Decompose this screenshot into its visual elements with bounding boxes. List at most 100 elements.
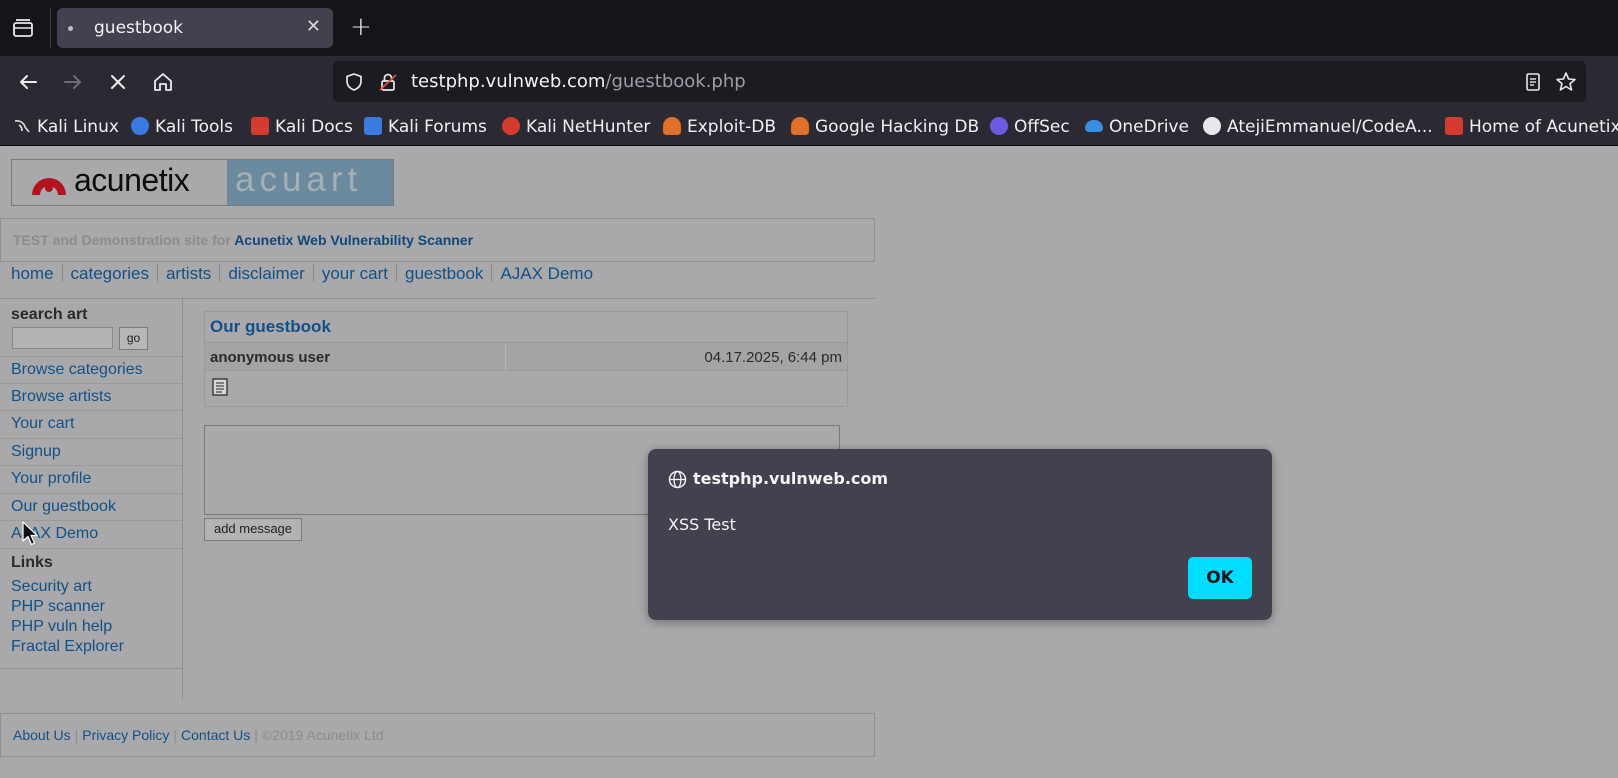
onedrive-icon (1085, 120, 1103, 132)
footer-about-us[interactable]: About Us (13, 727, 71, 743)
links-list: Security art PHP scanner PHP vuln help F… (11, 577, 124, 657)
sidebar-item-browse-artists[interactable]: Browse artists (0, 384, 182, 411)
bookmark-kali-forums[interactable]: Kali Forums (364, 114, 487, 140)
bookmark-label: Kali Tools (155, 117, 233, 137)
new-tab-icon[interactable]: + (350, 12, 372, 42)
sidebar-item-signup[interactable]: Signup (0, 439, 182, 466)
bookmark-exploit-db[interactable]: Exploit-DB (663, 114, 776, 140)
bookmark-offsec[interactable]: OffSec (990, 114, 1070, 140)
acuart-logo: acuart (227, 160, 393, 205)
link-php-scanner[interactable]: PHP scanner (11, 597, 124, 617)
kali-tools-icon (131, 117, 149, 135)
tab-separator (50, 8, 51, 48)
bookmark-label: AtejiEmmanuel/CodeA... (1227, 117, 1433, 137)
link-php-vuln-help[interactable]: PHP vuln help (11, 617, 124, 637)
sidebar-item-browse-categories[interactable]: Browse categories (0, 356, 182, 384)
top-navigation: home categories artists disclaimer your cart… (11, 264, 593, 284)
search-go-button[interactable]: go (119, 327, 148, 350)
sidebar-menu: Browse categories Browse artists Your ca… (0, 356, 182, 549)
bookmarks-toolbar: Kali Linux Kali Tools Kali Docs Kali For… (0, 108, 1618, 146)
tagline-prefix: TEST and Demonstration site for (13, 232, 231, 248)
dialog-origin: testphp.vulnweb.com (693, 469, 889, 488)
kali-nethunter-icon (502, 117, 520, 135)
tab-guestbook[interactable]: guestbook ✕ (57, 8, 333, 48)
footer-separator: | (74, 727, 79, 743)
nav-categories[interactable]: categories (71, 264, 149, 283)
bookmark-kali-tools[interactable]: Kali Tools (131, 114, 233, 140)
github-icon (1203, 117, 1221, 135)
tab-close-icon[interactable]: ✕ (306, 16, 321, 37)
alert-dialog: testphp.vulnweb.com XSS Test OK (648, 449, 1272, 620)
links-title: Links (11, 554, 53, 571)
footer-copyright: ©2019 Acunetix Ltd (261, 727, 384, 743)
footer-contact-us[interactable]: Contact Us (181, 727, 250, 743)
exploit-db-icon (663, 117, 681, 135)
bookmark-kali-docs[interactable]: Kali Docs (251, 114, 353, 140)
nav-your-cart[interactable]: your cart (322, 264, 388, 283)
nav-separator (395, 264, 397, 282)
url-text[interactable]: testphp.vulnweb.com/guestbook.php (411, 71, 746, 92)
nav-separator (156, 264, 158, 282)
nav-ajax-demo[interactable]: AJAX Demo (500, 264, 593, 283)
nav-home[interactable]: home (11, 264, 54, 283)
kali-docs-icon (251, 117, 269, 135)
home-icon[interactable] (149, 68, 177, 96)
footer-privacy-policy[interactable]: Privacy Policy (82, 727, 169, 743)
bookmark-kali-nethunter[interactable]: Kali NetHunter (502, 114, 650, 140)
search-art-title: search art (11, 306, 88, 323)
nav-guestbook[interactable]: guestbook (405, 264, 483, 283)
bookmark-label: OneDrive (1109, 117, 1189, 137)
link-fractal-explorer[interactable]: Fractal Explorer (11, 637, 124, 657)
bookmark-star-icon[interactable] (1554, 70, 1578, 94)
guestbook-panel: Our guestbook anonymous user 04.17.2025,… (204, 311, 848, 407)
tab-list-icon[interactable] (10, 15, 36, 41)
guestbook-title: Our guestbook (210, 317, 331, 336)
tagline-scanner-link[interactable]: Acunetix Web Vulnerability Scanner (234, 232, 473, 248)
nav-artists[interactable]: artists (166, 264, 211, 283)
acuart-logo-text: acuart (235, 160, 363, 199)
bookmark-home-of-acunetix[interactable]: Home of Acunetix (1445, 114, 1618, 140)
sidebar-item-your-cart[interactable]: Your cart (0, 411, 182, 439)
footer-separator: | (254, 727, 258, 743)
search-art-input[interactable] (12, 327, 113, 349)
acunetix-icon (1445, 117, 1463, 135)
bookmark-label: OffSec (1014, 117, 1070, 137)
stop-loading-icon[interactable] (104, 68, 132, 96)
sidebar-item-our-guestbook[interactable]: Our guestbook (0, 494, 182, 521)
entry-date: 04.17.2025, 6:44 pm (704, 349, 842, 366)
tab-title: guestbook (94, 18, 183, 38)
nav-separator (312, 264, 314, 282)
ghdb-icon (791, 117, 809, 135)
divider (0, 668, 183, 669)
kali-dragon-icon (13, 117, 31, 135)
bookmark-label: Exploit-DB (687, 117, 776, 137)
reader-view-icon[interactable] (1522, 71, 1544, 93)
bookmark-label: Kali Linux (37, 117, 119, 137)
offsec-icon (990, 117, 1008, 135)
tracking-protection-shield-icon[interactable] (343, 71, 365, 93)
insecure-lock-icon[interactable] (377, 71, 399, 93)
forward-icon (59, 68, 87, 96)
dialog-ok-button[interactable]: OK (1188, 557, 1252, 599)
guestbook-entry-header: anonymous user 04.17.2025, 6:44 pm (205, 342, 847, 371)
site-footer: About Us | Privacy Policy | Contact Us | ©2019… (0, 713, 875, 757)
nav-disclaimer[interactable]: disclaimer (228, 264, 305, 283)
bookmark-label: Kali NetHunter (526, 117, 651, 137)
bookmark-google-hacking-db[interactable]: Google Hacking DB (791, 114, 979, 140)
globe-icon (668, 470, 687, 489)
nav-separator (219, 264, 221, 282)
bookmark-github[interactable]: AtejiEmmanuel/CodeA... (1203, 114, 1433, 140)
back-icon[interactable] (14, 68, 42, 96)
nav-separator (61, 264, 63, 282)
bookmark-onedrive[interactable]: OneDrive (1085, 114, 1189, 140)
url-bar[interactable]: testphp.vulnweb.com/guestbook.php (333, 61, 1586, 102)
sidebar-item-your-profile[interactable]: Your profile (0, 466, 182, 494)
bookmark-kali-linux[interactable]: Kali Linux (13, 114, 119, 140)
footer-separator: | (173, 727, 178, 743)
mouse-cursor-icon (22, 521, 38, 546)
add-message-button[interactable]: add message (204, 518, 302, 541)
bookmark-label: Kali Docs (275, 117, 353, 137)
acunetix-mark-icon (32, 178, 66, 195)
site-logo[interactable]: acunetix acuart (11, 159, 394, 206)
link-security-art[interactable]: Security art (11, 577, 124, 597)
